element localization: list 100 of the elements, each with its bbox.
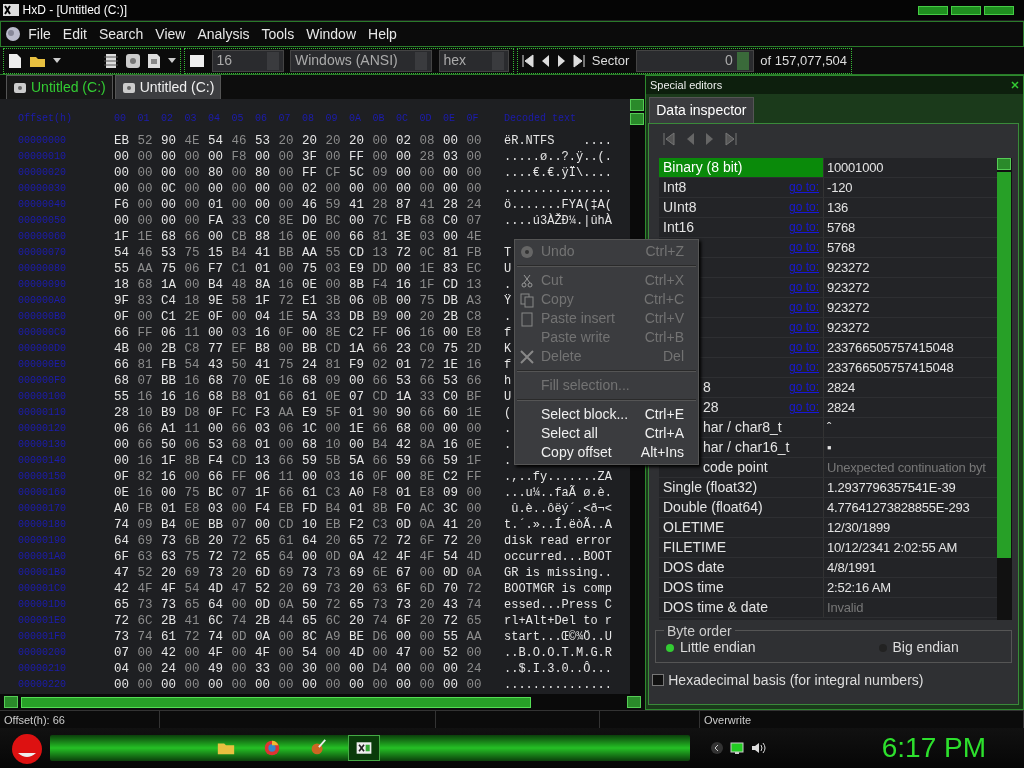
menu-item[interactable]: Window [300,23,362,45]
hex-byte: 66 [466,373,483,389]
go-to-link[interactable]: go to: [788,358,819,378]
hex-byte: 53 [208,437,224,453]
hex-byte: E8 [184,501,201,517]
page-icon[interactable] [189,53,205,68]
close-icon[interactable] [1011,81,1019,89]
hex-byte: 75 [443,341,459,357]
menu-item[interactable]: Search [92,23,150,45]
hex-byte: 00 [184,469,201,485]
hex-byte: 00 [349,181,365,197]
go-to-link[interactable]: go to: [788,378,819,398]
hex-byte: 41 [349,197,365,213]
offset-base-dropdown[interactable]: hex [438,49,509,72]
hex-byte: 11 [278,469,295,485]
hex-byte: 46 [231,133,248,149]
hex-byte: 24 [161,661,177,677]
scrollbar-thumb[interactable] [21,696,531,708]
caret-icon[interactable] [53,57,62,64]
checkbox[interactable] [652,673,665,686]
menu-item[interactable]: Analysis [191,23,256,45]
taskbar-button[interactable] [348,735,380,761]
hex-byte: 4E [184,133,201,149]
scrollbar-thumb[interactable] [997,172,1011,559]
hex-byte: DD [372,261,389,277]
menu-item[interactable]: File [22,23,57,45]
go-to-link[interactable]: go to: [788,298,819,318]
go-to-link[interactable]: go to: [788,258,819,278]
start-button[interactable] [10,731,44,765]
charset-dropdown[interactable]: Windows (ANSI) [290,49,432,72]
hex-byte: 68 [208,373,224,389]
document-tab[interactable]: Untitled (C:) [6,75,113,99]
go-to-link[interactable]: go to: [788,398,819,418]
undo-icon [519,244,535,260]
memory-chip-icon[interactable] [104,52,119,69]
data-inspector-tab[interactable]: Data inspector [649,97,754,124]
close-button[interactable] [984,5,1015,15]
hex-byte: 04 [114,661,130,677]
scrollbar-thumb[interactable] [630,113,644,125]
hex-byte: 18 [114,277,130,293]
menu-item[interactable]: Edit [56,23,93,45]
decoded-text: ....ú3ÀŽÐ¼.|ûhÀ [504,213,613,229]
decoded-text: essed...Press C [504,597,613,613]
hex-byte: 65 [184,597,201,613]
go-to-link[interactable]: go to: [788,318,819,338]
caret-icon[interactable] [167,57,176,64]
value-cell-text: 4/8/1991 [826,559,877,578]
hex-byte: 75 [278,357,295,373]
column-header: 0D [419,112,433,126]
hex-byte: C2 [443,469,459,485]
menu-item[interactable]: Select block... Ctrl+E [515,405,698,424]
hex-byte: 16 [137,453,154,469]
hex-byte: 75 [184,485,201,501]
column-header: 0B [372,112,386,126]
menu-item[interactable]: Copy offset Alt+Ins [515,443,698,462]
decoded-text: ....€.€.ÿÏ\.... [504,165,613,181]
hex-byte: 8A [419,437,436,453]
hex-byte: 16 [137,485,154,501]
menu-item[interactable]: Tools [255,23,301,45]
hex-byte: 0E [302,277,318,293]
menu-item[interactable]: View [149,23,192,45]
hex-byte: 07 [114,645,130,661]
document-tab[interactable]: Untitled (C:) [114,75,222,99]
minimize-button[interactable] [917,5,948,15]
bytes-per-row-dropdown[interactable]: 16 [211,49,284,72]
offset-cell-text: 000001E0 [18,614,67,628]
go-to-link[interactable]: go to: [788,218,819,238]
type-label: DOS time [663,578,724,598]
hex-byte: 73 [114,629,130,645]
hex-byte: 4D [466,549,483,565]
type-label: OLETIME [663,518,725,538]
radio-button[interactable] [666,644,674,653]
hex-byte: 00 [114,677,130,693]
scroll-up-button[interactable] [997,158,1011,171]
new-file-icon[interactable] [8,52,23,69]
hex-byte: 00 [466,181,483,197]
speaker-icon[interactable] [750,741,767,755]
decoded-text: ( [504,405,512,421]
hex-byte: 5A [349,453,365,469]
hex-byte: 01 [255,389,271,405]
menu-item[interactable]: Select all Ctrl+A [515,424,698,443]
hex-byte: 00 [208,325,224,341]
sector-field[interactable]: 0 [635,49,754,72]
hex-byte: 66 [137,437,154,453]
hex-byte: 00 [443,661,459,677]
go-to-link[interactable]: go to: [788,238,819,258]
previous-icon[interactable] [540,53,551,68]
monitor-icon[interactable] [730,741,744,755]
go-to-link[interactable]: go to: [788,178,819,198]
maximize-button[interactable] [951,5,981,15]
menu-item[interactable]: Help [362,23,403,45]
go-to-link[interactable]: go to: [788,338,819,358]
hex-byte: 00 [466,149,483,165]
hex-byte: B4 [372,437,389,453]
go-to-link[interactable]: go to: [788,278,819,298]
hex-byte: 00 [372,149,389,165]
hex-byte: 02 [372,357,389,373]
next-icon[interactable] [556,53,567,68]
go-to-link[interactable]: go to: [788,198,819,218]
hex-byte: 63 [137,549,154,565]
